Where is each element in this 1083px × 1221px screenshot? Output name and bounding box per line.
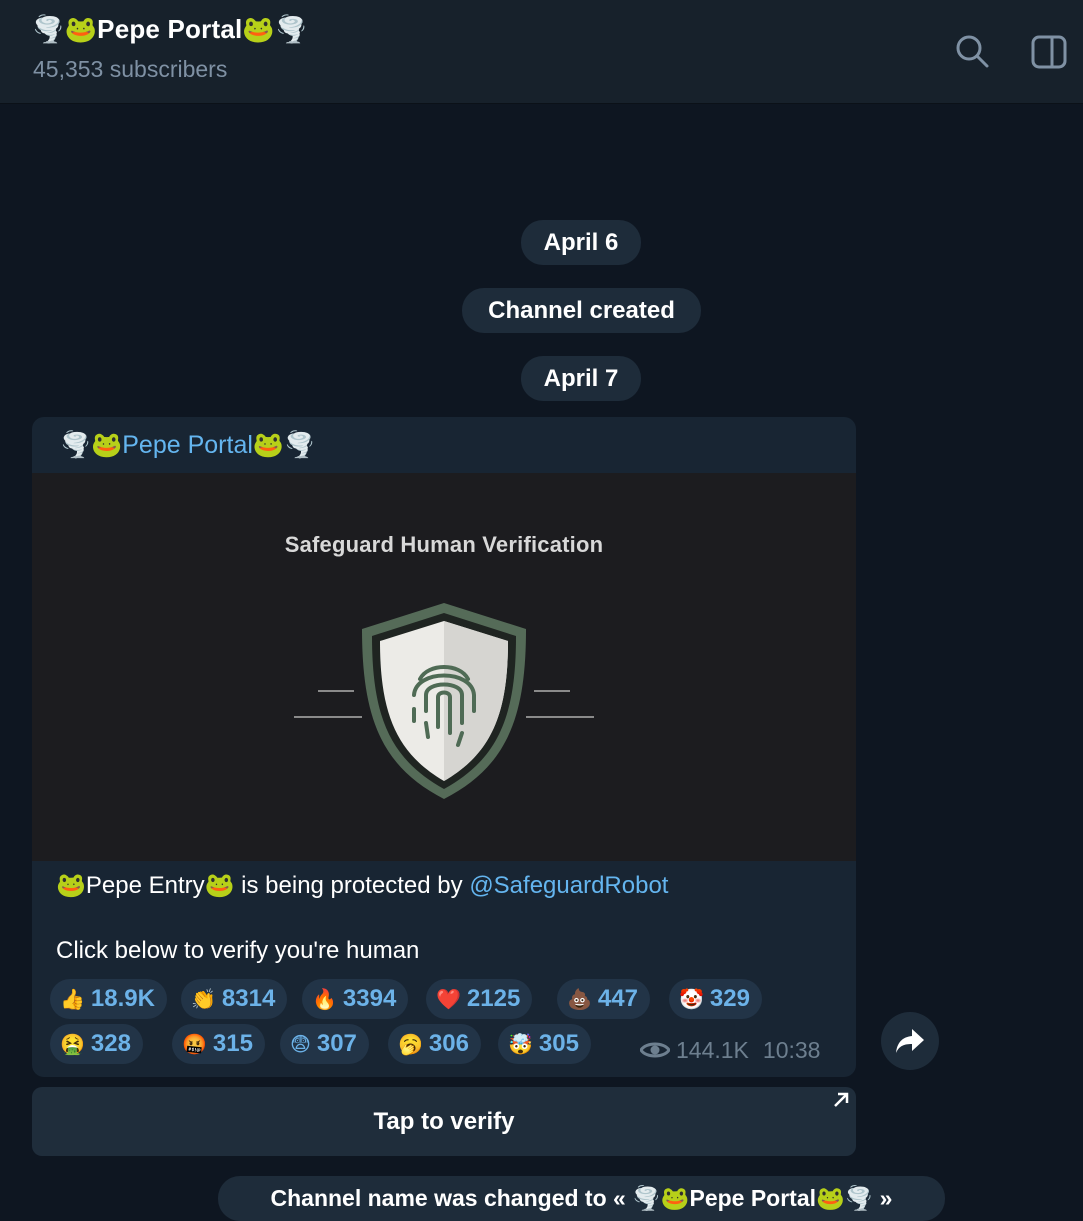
date-separator: April 7 bbox=[521, 356, 641, 401]
reaction-chip[interactable]: 🔥 3394 bbox=[302, 979, 409, 1019]
reaction-count: 306 bbox=[428, 1030, 469, 1057]
reaction-chip[interactable]: 💩 447 bbox=[557, 979, 650, 1019]
eye-icon bbox=[639, 1042, 671, 1058]
bot-mention-link[interactable]: @SafeguardRobot bbox=[469, 872, 668, 899]
media-title: Safeguard Human Verification bbox=[284, 532, 604, 557]
post-meta: 144.1K 10:38 bbox=[639, 1037, 821, 1064]
external-link-arrow-icon bbox=[834, 1092, 849, 1107]
reaction-count: 3394 bbox=[342, 985, 397, 1012]
post-text: 🐸Pepe Entry🐸 is being protected by bbox=[56, 872, 470, 899]
share-button[interactable] bbox=[881, 1012, 939, 1070]
reaction-emoji-icon: 🔥 bbox=[312, 989, 337, 1011]
channel-post[interactable]: 🌪️🐸Pepe Portal🐸🌪️ Safeguard Human Verifi… bbox=[32, 417, 856, 1077]
reaction-count: 307 bbox=[316, 1030, 357, 1057]
reaction-count: 8314 bbox=[221, 985, 276, 1012]
reaction-chip[interactable]: 😨 307 bbox=[280, 1024, 369, 1064]
reaction-emoji-icon: ❤️ bbox=[436, 989, 461, 1011]
date-separator: April 6 bbox=[521, 220, 641, 265]
post-time: 10:38 bbox=[762, 1037, 821, 1063]
chat-header: 🌪️🐸Pepe Portal🐸🌪️ 45,353 subscribers bbox=[0, 0, 1083, 104]
subscriber-count: 45,353 subscribers bbox=[33, 56, 228, 82]
post-sender-name[interactable]: 🌪️🐸Pepe Portal🐸🌪️ bbox=[60, 431, 315, 460]
sidebar-toggle-icon[interactable] bbox=[1030, 32, 1070, 72]
reaction-chip[interactable]: 🤯 305 bbox=[498, 1024, 591, 1064]
chat-area[interactable]: April 6 Channel created April 7 🌪️🐸Pepe … bbox=[0, 104, 1083, 1221]
view-count: 144.1K bbox=[676, 1037, 749, 1063]
name-changed-notice: Channel name was changed to « 🌪️🐸Pepe Po… bbox=[218, 1176, 945, 1221]
reaction-emoji-icon: 🤯 bbox=[508, 1034, 533, 1056]
reaction-count: 18.9K bbox=[90, 985, 155, 1012]
reaction-emoji-icon: 🤮 bbox=[60, 1034, 85, 1056]
reaction-emoji-icon: 👏 bbox=[191, 989, 216, 1011]
reaction-count: 315 bbox=[212, 1030, 253, 1057]
shield-fingerprint-icon bbox=[294, 603, 594, 799]
reaction-count: 447 bbox=[597, 985, 638, 1012]
reaction-emoji-icon: 🤡 bbox=[679, 989, 704, 1011]
channel-title[interactable]: 🌪️🐸Pepe Portal🐸🌪️ bbox=[32, 14, 308, 45]
reaction-chip[interactable]: 🤡 329 bbox=[669, 979, 762, 1019]
reaction-emoji-icon: 🤬 bbox=[182, 1034, 207, 1056]
post-image[interactable]: Safeguard Human Verification bbox=[32, 473, 856, 861]
reaction-count: 2125 bbox=[466, 985, 521, 1012]
reaction-emoji-icon: 😨 bbox=[290, 1034, 311, 1056]
reaction-count: 328 bbox=[90, 1030, 131, 1057]
reaction-count: 305 bbox=[538, 1030, 579, 1057]
verify-button-label: Tap to verify bbox=[373, 1108, 515, 1135]
post-text-line1: 🐸Pepe Entry🐸 is being protected by @Safe… bbox=[56, 871, 668, 900]
reaction-chip[interactable]: 🥱 306 bbox=[388, 1024, 481, 1064]
reaction-count: 329 bbox=[709, 985, 750, 1012]
channel-created-notice: Channel created bbox=[462, 288, 701, 333]
post-text-line2: Click below to verify you're human bbox=[56, 937, 420, 964]
reaction-emoji-icon: 💩 bbox=[567, 989, 592, 1011]
reaction-chip[interactable]: 🤮 328 bbox=[50, 1024, 143, 1064]
reaction-chip[interactable]: 🤬 315 bbox=[172, 1024, 265, 1064]
search-icon[interactable] bbox=[953, 32, 993, 72]
reaction-emoji-icon: 🥱 bbox=[398, 1034, 423, 1056]
reaction-chip[interactable]: 👍 18.9K bbox=[50, 979, 167, 1019]
reaction-emoji-icon: 👍 bbox=[60, 989, 85, 1011]
reaction-chip[interactable]: ❤️ 2125 bbox=[426, 979, 533, 1019]
share-arrow-icon bbox=[896, 1029, 924, 1053]
reaction-chip[interactable]: 👏 8314 bbox=[181, 979, 288, 1019]
tap-to-verify-button[interactable]: Tap to verify bbox=[32, 1087, 856, 1156]
